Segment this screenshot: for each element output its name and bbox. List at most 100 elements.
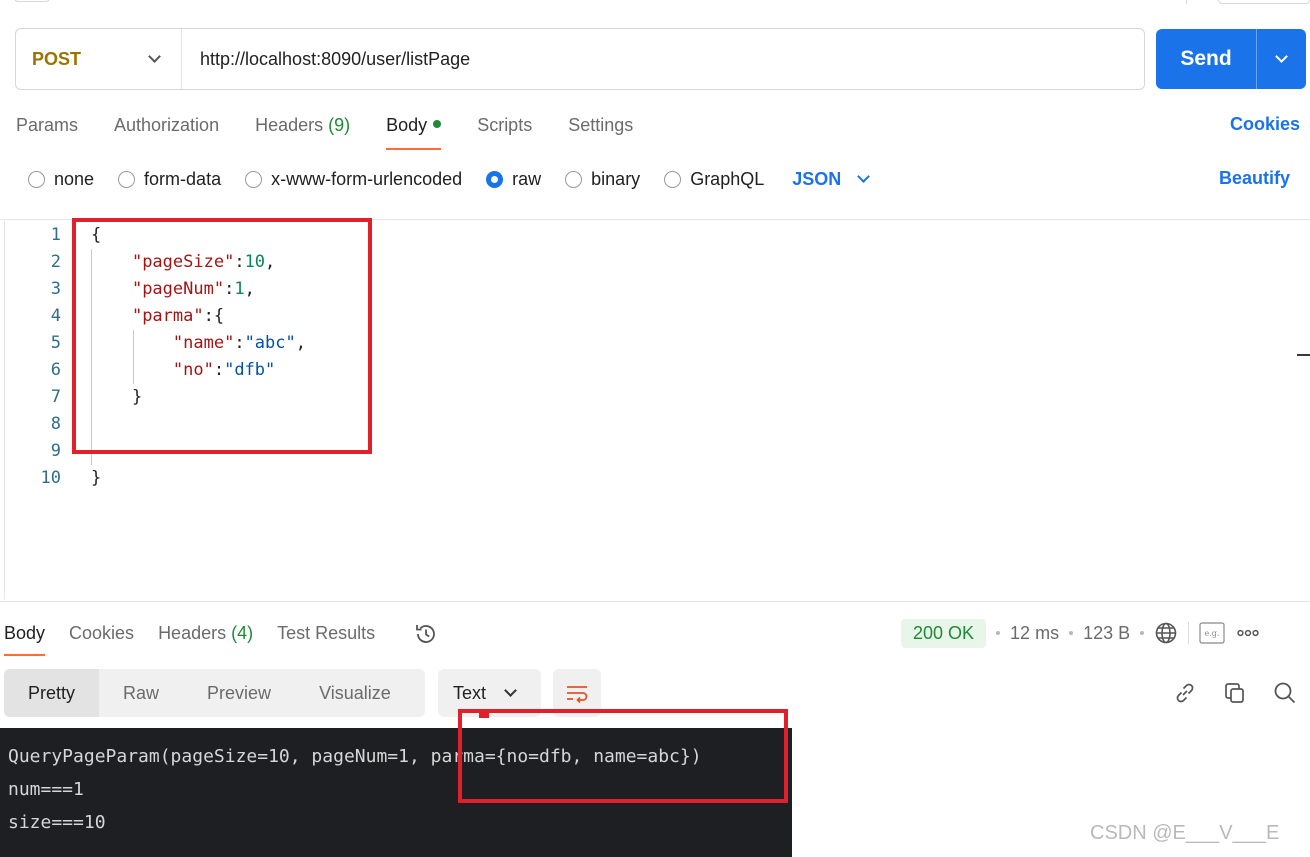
- tab-label: Body: [4, 623, 46, 643]
- history-icon[interactable]: [413, 621, 439, 656]
- radio-circle-checked: [486, 170, 504, 188]
- cookies-link[interactable]: Cookies: [1230, 114, 1300, 135]
- globe-icon[interactable]: [1154, 621, 1178, 645]
- radio-form-data[interactable]: form-data: [118, 169, 221, 190]
- tab-headers[interactable]: Headers (9): [255, 112, 350, 150]
- line-number: 5: [50, 333, 61, 353]
- tab-label: Settings: [568, 115, 634, 135]
- code-token: }: [91, 468, 102, 488]
- line-number: 4: [50, 306, 61, 326]
- chevron-down-icon: [504, 684, 517, 697]
- tab-label: Params: [16, 115, 79, 135]
- console-line: num===1: [8, 779, 84, 800]
- body-type-options: none form-data x-www-form-urlencoded raw…: [28, 166, 871, 192]
- watermark: CSDN @E___V___E: [1090, 822, 1280, 844]
- request-tabs: Params Authorization Headers (9) Body Sc…: [16, 112, 669, 150]
- send-options-button[interactable]: [1257, 29, 1306, 89]
- separator-dot: [1069, 631, 1074, 635]
- response-actions: [1172, 680, 1298, 706]
- view-visualize[interactable]: Visualize: [295, 669, 415, 717]
- view-raw[interactable]: Raw: [99, 669, 183, 717]
- tab-settings[interactable]: Settings: [568, 112, 633, 150]
- tab-label: Test Results: [277, 623, 376, 643]
- radio-label: binary: [591, 168, 641, 189]
- code-line: }: [91, 468, 101, 488]
- line-number: 2: [50, 252, 61, 272]
- highlight-box: [72, 218, 372, 454]
- svg-text:e.g.: e.g.: [1205, 629, 1220, 638]
- line-number: 6: [50, 360, 61, 380]
- editor-bottom-border: [0, 601, 1310, 602]
- tab-label: Authorization: [114, 115, 220, 135]
- headers-count: (4): [231, 623, 254, 643]
- top-control-stub: [1218, 0, 1310, 4]
- radio-label: raw: [512, 168, 542, 189]
- radio-graphql[interactable]: GraphQL: [664, 169, 764, 190]
- view-preview[interactable]: Preview: [183, 669, 295, 717]
- radio-circle: [664, 170, 682, 188]
- status-badge[interactable]: 200 OK: [901, 618, 987, 648]
- line-number: 3: [50, 279, 61, 299]
- line-number: 1: [50, 225, 61, 245]
- send-button[interactable]: Send: [1156, 29, 1256, 89]
- method-select[interactable]: POST: [16, 29, 182, 89]
- tab-label: Cookies: [69, 623, 135, 643]
- radio-label: GraphQL: [690, 168, 765, 189]
- format-select[interactable]: JSON: [792, 168, 871, 190]
- line-number: 9: [50, 441, 61, 461]
- more-icon[interactable]: [1237, 629, 1259, 637]
- console-line: size===10: [8, 812, 106, 833]
- tab-response-body[interactable]: Body: [4, 620, 46, 656]
- radio-circle: [245, 170, 263, 188]
- chevron-down-icon: [148, 50, 161, 63]
- tab-authorization[interactable]: Authorization: [114, 112, 219, 150]
- tab-label: Body: [386, 115, 428, 135]
- chevron-down-icon: [1275, 50, 1288, 63]
- beautify-button[interactable]: Beautify: [1219, 168, 1290, 189]
- line-number: 10: [40, 468, 61, 488]
- highlight-box-marker: [479, 710, 489, 718]
- radio-none[interactable]: none: [28, 169, 94, 190]
- radio-label: none: [54, 168, 95, 189]
- view-pretty[interactable]: Pretty: [4, 669, 100, 717]
- top-tab-stub: [14, 0, 50, 2]
- link-icon[interactable]: [1172, 680, 1198, 706]
- radio-label: form-data: [144, 168, 222, 189]
- radio-circle: [28, 170, 45, 188]
- radio-circle: [565, 170, 583, 188]
- line-number: 7: [50, 387, 61, 407]
- chevron-down-icon: [857, 170, 871, 183]
- text-format-label: Text: [453, 682, 487, 703]
- line-number: 8: [50, 414, 61, 434]
- divider: [1188, 622, 1190, 644]
- tab-test-results[interactable]: Test Results: [277, 620, 375, 656]
- format-label: JSON: [792, 168, 842, 189]
- tab-response-cookies[interactable]: Cookies: [69, 620, 134, 656]
- url-input[interactable]: [182, 29, 1144, 89]
- radio-raw[interactable]: raw: [486, 169, 541, 190]
- method-label: POST: [32, 48, 82, 69]
- response-meta: 200 OK 12 ms 123 B e.g.: [901, 618, 1259, 648]
- code-editor[interactable]: 1 2 3 4 5 6 7 8 9 10 { "pageSize":10, "p…: [4, 218, 1310, 599]
- response-size[interactable]: 123 B: [1083, 623, 1130, 644]
- send-button-group: Send: [1156, 29, 1306, 89]
- headers-count: (9): [328, 115, 351, 135]
- view-mode-segmented: Pretty Raw Preview Visualize: [4, 669, 425, 717]
- tab-body[interactable]: Body: [386, 112, 442, 150]
- body-indicator-dot: [433, 120, 442, 129]
- response-time[interactable]: 12 ms: [1010, 623, 1059, 644]
- tab-scripts[interactable]: Scripts: [477, 112, 532, 150]
- radio-circle: [118, 170, 136, 188]
- tab-params[interactable]: Params: [16, 112, 78, 150]
- tab-response-headers[interactable]: Headers (4): [158, 620, 253, 656]
- search-icon[interactable]: [1272, 680, 1298, 706]
- example-icon[interactable]: e.g.: [1199, 622, 1225, 644]
- tab-label: Headers: [255, 115, 324, 135]
- radio-binary[interactable]: binary: [565, 169, 640, 190]
- tab-label: Headers: [158, 623, 227, 643]
- radio-label: x-www-form-urlencoded: [271, 168, 463, 189]
- editor-scroll-marker: [1297, 354, 1310, 356]
- copy-icon[interactable]: [1222, 680, 1248, 706]
- radio-urlencoded[interactable]: x-www-form-urlencoded: [245, 169, 462, 190]
- request-url-bar: POST: [15, 28, 1145, 90]
